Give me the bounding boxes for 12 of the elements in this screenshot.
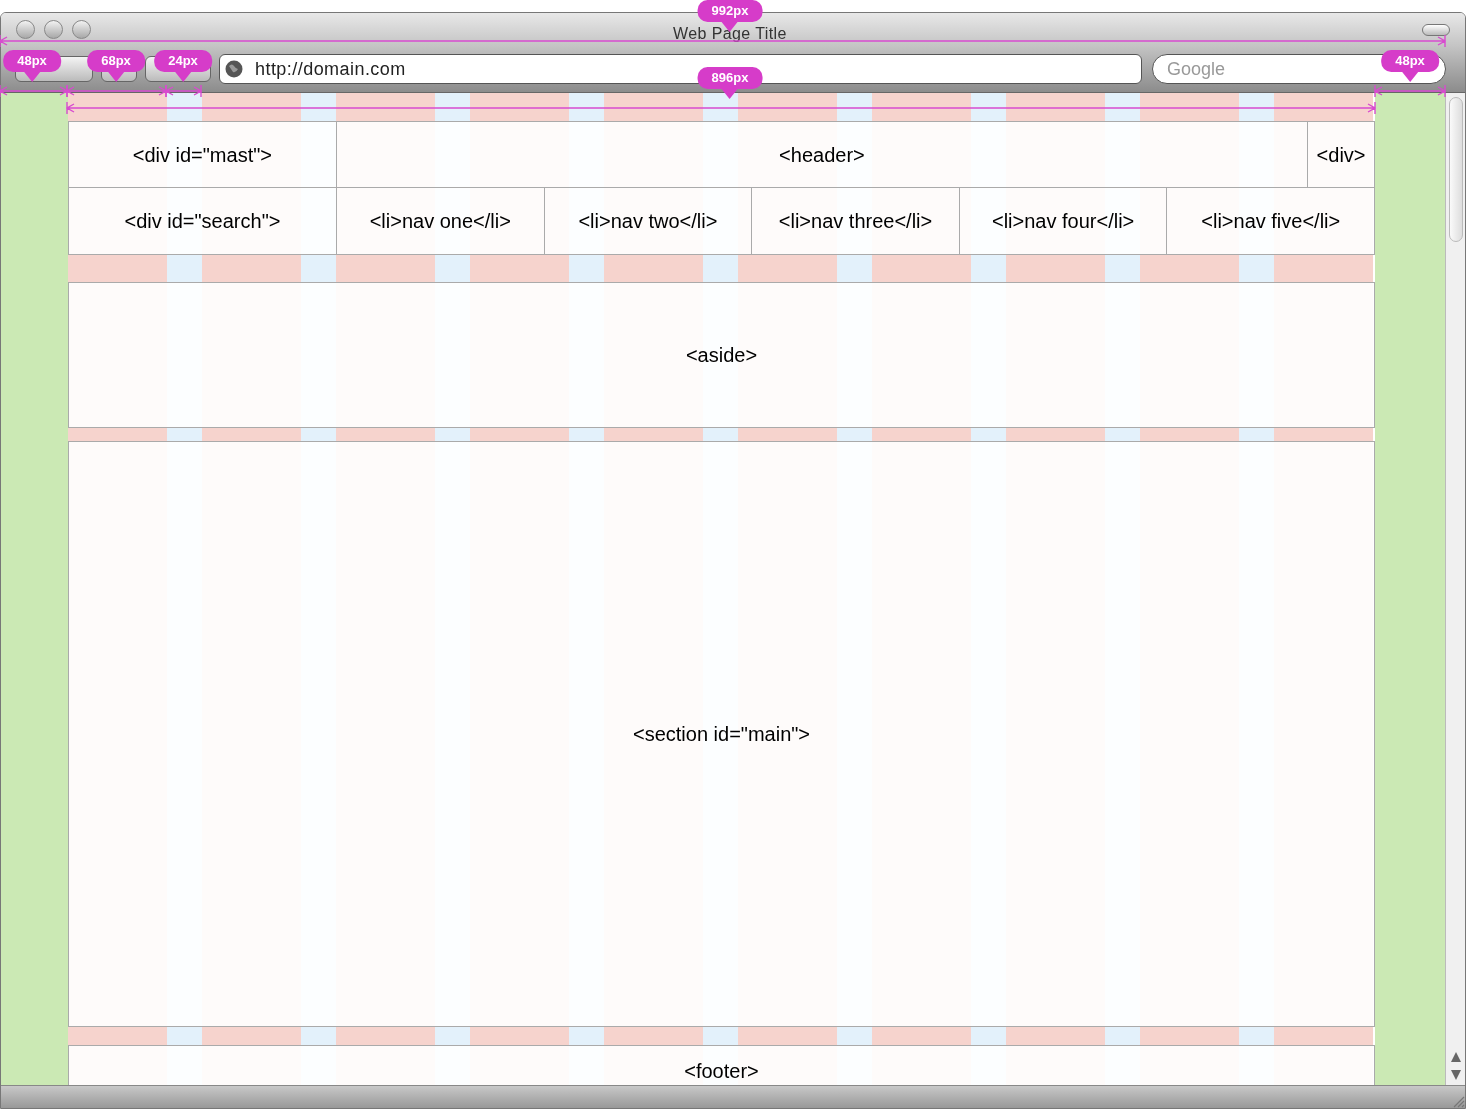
wireframe-block: <div> xyxy=(1307,121,1376,188)
wireframe-block: <header> xyxy=(336,121,1308,188)
wireframe-block: <div id="mast"> xyxy=(67,121,337,188)
dimension-tooltip: 896px xyxy=(697,67,763,99)
dimension-tooltip: 48px xyxy=(1381,50,1439,82)
wireframe-block: <footer> xyxy=(67,1045,1376,1085)
dimension-tooltip: 68px xyxy=(87,50,145,82)
wireframe-block: <div id="search"> xyxy=(67,188,337,255)
wireframe-block: <section id="main"> xyxy=(67,441,1376,1027)
wireframe-block: <aside> xyxy=(67,282,1376,428)
dimension-tooltip: 48px xyxy=(3,50,61,82)
dimension-tooltip: 24px xyxy=(154,50,212,82)
